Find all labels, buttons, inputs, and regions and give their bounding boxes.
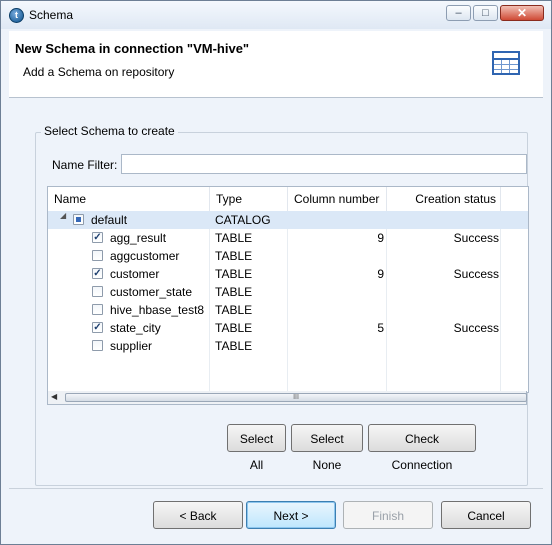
row-status bbox=[387, 301, 499, 319]
group-label: Select Schema to create bbox=[41, 124, 178, 138]
row-column-number bbox=[288, 283, 384, 301]
row-type: TABLE bbox=[215, 339, 253, 353]
horizontal-scrollbar[interactable]: ◀ III bbox=[47, 391, 527, 405]
column-header-column-number[interactable]: Column number bbox=[288, 187, 387, 211]
row-checkbox[interactable] bbox=[92, 286, 103, 297]
scroll-left-arrow-icon[interactable]: ◀ bbox=[51, 392, 57, 401]
catalog-type: CATALOG bbox=[215, 213, 271, 227]
column-header-name[interactable]: Name bbox=[48, 187, 210, 211]
row-checkbox[interactable] bbox=[92, 250, 103, 261]
maximize-button[interactable]: □ bbox=[473, 5, 498, 21]
row-name: customer_state bbox=[110, 285, 193, 299]
check-connection-button[interactable]: Check Connection bbox=[368, 424, 476, 472]
back-button[interactable]: < Back bbox=[153, 501, 243, 529]
column-header-type[interactable]: Type bbox=[210, 187, 288, 211]
row-status: Success bbox=[453, 321, 499, 335]
row-column-number: 9 bbox=[377, 267, 384, 281]
collapse-arrow-icon[interactable]: ◢ bbox=[60, 211, 66, 220]
row-status: Success bbox=[453, 267, 499, 281]
catalog-row[interactable]: ◢ default CATALOG bbox=[48, 211, 528, 229]
scrollbar-thumb[interactable]: III bbox=[65, 393, 527, 402]
row-status bbox=[387, 247, 499, 265]
row-status bbox=[387, 283, 499, 301]
column-header-creation-status[interactable]: Creation status bbox=[387, 187, 501, 211]
app-icon: t bbox=[9, 8, 24, 23]
row-type: TABLE bbox=[215, 267, 253, 281]
close-button[interactable]: ✕ bbox=[500, 5, 544, 21]
schema-table: Name Type Column number Creation status … bbox=[47, 186, 529, 393]
table-row[interactable]: ✓ agg_result TABLE 9 Success bbox=[48, 229, 528, 247]
row-name: agg_result bbox=[110, 231, 167, 245]
row-type: TABLE bbox=[215, 303, 253, 317]
catalog-name: default bbox=[91, 213, 128, 227]
row-name: customer bbox=[110, 267, 160, 281]
select-none-button[interactable]: Select None bbox=[291, 424, 363, 472]
catalog-checkbox[interactable] bbox=[73, 214, 84, 225]
minimize-button[interactable]: – bbox=[446, 5, 471, 21]
row-name: hive_hbase_test8 bbox=[110, 303, 205, 317]
schema-dialog: t Schema – □ ✕ New Schema in connection … bbox=[0, 0, 552, 545]
select-all-button[interactable]: Select All bbox=[227, 424, 286, 472]
row-column-number: 5 bbox=[377, 321, 384, 335]
row-type: TABLE bbox=[215, 231, 253, 245]
row-checkbox[interactable]: ✓ bbox=[92, 232, 103, 243]
cancel-button[interactable]: Cancel bbox=[441, 501, 531, 529]
table-icon bbox=[492, 51, 520, 75]
footer-divider bbox=[9, 488, 543, 489]
row-checkbox[interactable] bbox=[92, 304, 103, 315]
table-row[interactable]: hive_hbase_test8 TABLE bbox=[48, 301, 528, 319]
table-row[interactable]: ✓ state_city TABLE 5 Success bbox=[48, 319, 528, 337]
row-status bbox=[387, 337, 499, 355]
wizard-subtitle: Add a Schema on repository bbox=[23, 65, 175, 79]
row-name: supplier bbox=[110, 339, 153, 353]
wizard-header: New Schema in connection "VM-hive" Add a… bbox=[9, 31, 543, 98]
row-type: TABLE bbox=[215, 249, 253, 263]
row-column-number bbox=[288, 337, 384, 355]
row-column-number: 9 bbox=[377, 231, 384, 245]
row-name: state_city bbox=[110, 321, 161, 335]
title-bar: t Schema – □ ✕ bbox=[1, 1, 551, 29]
table-row[interactable]: customer_state TABLE bbox=[48, 283, 528, 301]
name-filter-input[interactable] bbox=[121, 154, 527, 174]
table-row[interactable]: aggcustomer TABLE bbox=[48, 247, 528, 265]
wizard-title: New Schema in connection "VM-hive" bbox=[15, 41, 250, 56]
table-header: Name Type Column number Creation status bbox=[48, 187, 528, 212]
wizard-content: Select Schema to create Name Filter: Nam… bbox=[9, 98, 543, 488]
name-filter-label: Name Filter: bbox=[52, 158, 118, 172]
window-title: Schema bbox=[29, 8, 74, 22]
row-checkbox[interactable] bbox=[92, 340, 103, 351]
row-column-number bbox=[288, 301, 384, 319]
table-row[interactable]: supplier TABLE bbox=[48, 337, 528, 355]
row-name: aggcustomer bbox=[110, 249, 180, 263]
next-button[interactable]: Next > bbox=[246, 501, 336, 529]
row-status: Success bbox=[453, 231, 499, 245]
row-type: TABLE bbox=[215, 321, 253, 335]
table-row[interactable]: ✓ customer TABLE 9 Success bbox=[48, 265, 528, 283]
row-type: TABLE bbox=[215, 285, 253, 299]
finish-button: Finish bbox=[343, 501, 433, 529]
column-header-filler bbox=[501, 187, 528, 211]
row-checkbox[interactable]: ✓ bbox=[92, 322, 103, 333]
row-column-number bbox=[288, 247, 384, 265]
row-checkbox[interactable]: ✓ bbox=[92, 268, 103, 279]
